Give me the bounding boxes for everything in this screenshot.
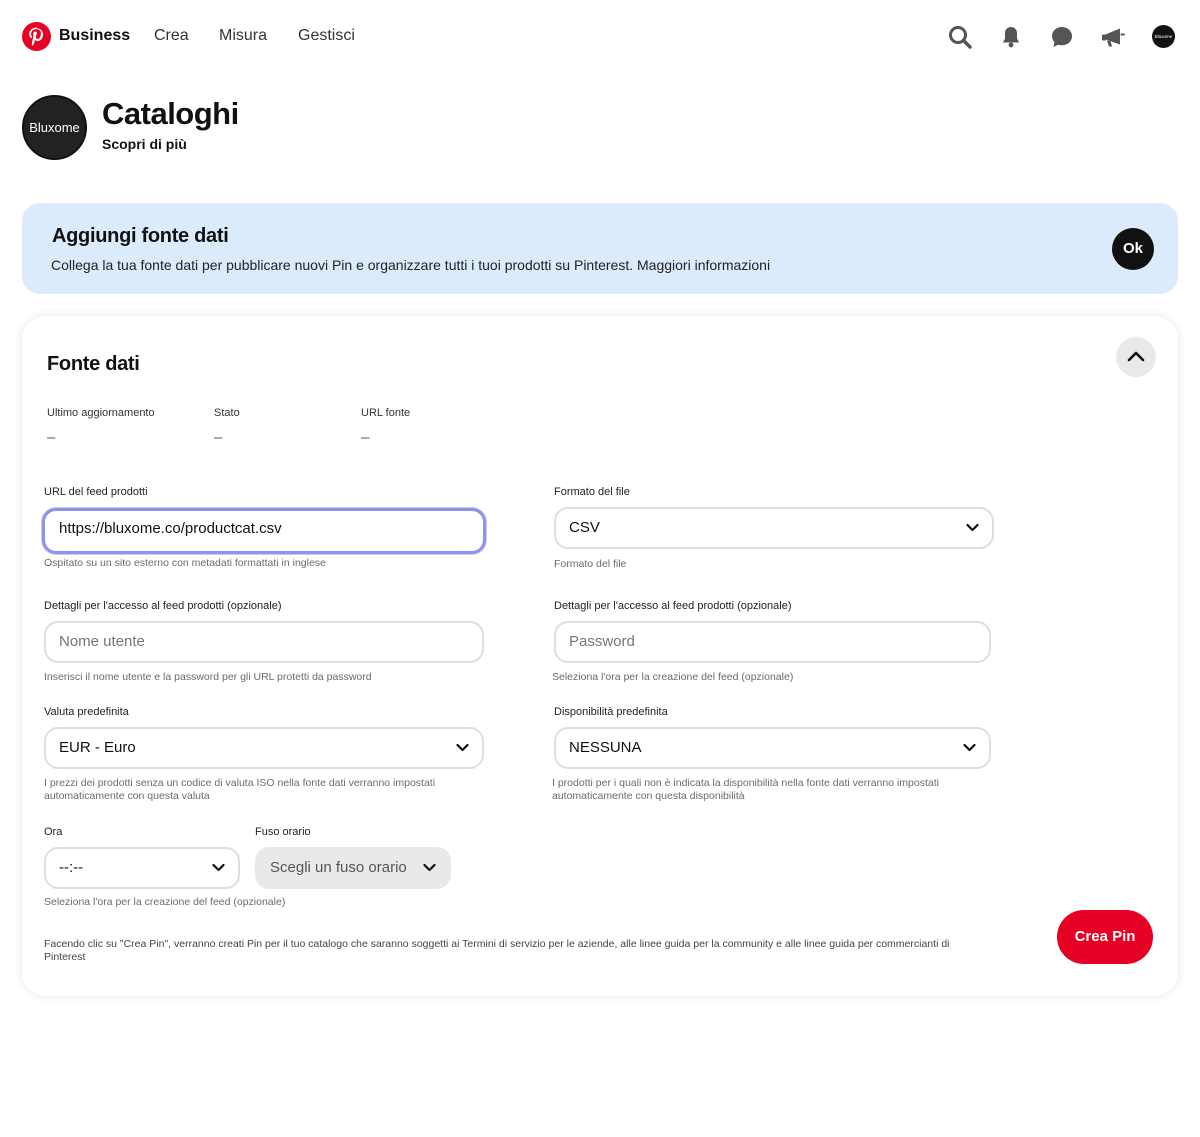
file-format-help: Formato del file [554,558,627,570]
file-format-label: Formato del file [554,486,630,498]
feed-url-help: Ospitato su un sito esterno con metadati… [44,557,326,569]
time-select[interactable]: --:-- [44,847,240,889]
time-label: Ora [44,826,63,838]
card-title: Fonte dati [47,353,140,375]
chevron-down-icon [456,743,469,752]
file-format-value: CSV [569,519,600,536]
top-navigation: Business Crea Misura Gestisci Bluxome [0,0,1200,72]
banner-text: Collega la tua fonte dati per pubblicare… [51,257,771,273]
chevron-down-icon [212,863,225,872]
username-input[interactable]: Nome utente [44,621,484,663]
learn-more-link[interactable]: Scopri di più [102,136,187,152]
chevron-down-icon [963,743,976,752]
last-update-value: – [47,429,56,446]
source-url-label: URL fonte [361,407,411,419]
timezone-value: Scegli un fuso orario [270,859,407,876]
status-value: – [214,429,223,446]
password-help: Seleziona l'ora per la creazione del fee… [552,671,794,683]
time-value: --:-- [59,859,84,876]
currency-select[interactable]: EUR - Euro [44,727,484,769]
status-label: Stato [214,407,240,419]
nav-gestisci[interactable]: Gestisci [298,27,355,45]
banner-title: Aggiungi fonte dati [52,225,229,247]
timezone-select[interactable]: Scegli un fuso orario [255,847,451,889]
availability-help: I prodotti per i quali non è indicata la… [552,777,939,802]
time-help: Seleziona l'ora per la creazione del fee… [44,896,286,908]
megaphone-icon[interactable] [1100,24,1126,50]
last-update-label: Ultimo aggiornamento [47,407,155,419]
pinterest-logo-icon[interactable] [22,22,51,51]
collapse-button[interactable] [1116,337,1156,377]
currency-help: I prezzi dei prodotti senza un codice di… [44,777,436,802]
chevron-down-icon [423,863,436,872]
add-data-source-banner: Aggiungi fonte dati Collega la tua fonte… [22,203,1178,294]
username-label: Dettagli per l'accesso al feed prodotti … [44,600,282,612]
chat-icon[interactable] [1049,24,1075,50]
account-avatar[interactable]: Bluxome [1152,25,1175,48]
availability-label: Disponibilità predefinita [554,706,668,718]
chevron-up-icon [1127,351,1145,362]
currency-label: Valuta predefinita [44,706,129,718]
data-source-card: Fonte dati Ultimo aggiornamento – Stato … [22,316,1178,996]
password-input[interactable]: Password [554,621,991,663]
bell-icon[interactable] [998,24,1024,50]
availability-select[interactable]: NESSUNA [554,727,991,769]
nav-misura[interactable]: Misura [219,27,267,45]
nav-business[interactable]: Business [59,27,130,45]
feed-url-label: URL del feed prodotti [44,486,148,498]
password-label: Dettagli per l'accesso al feed prodotti … [554,600,792,612]
nav-crea[interactable]: Crea [154,27,189,45]
page-title: Cataloghi [102,96,239,131]
chevron-down-icon [966,523,979,532]
legal-notice: Facendo clic su "Crea Pin", verranno cre… [44,938,950,963]
profile-avatar: Bluxome [22,95,87,160]
currency-value: EUR - Euro [59,739,136,756]
create-pins-button[interactable]: Crea Pin [1057,910,1153,964]
source-url-value: – [361,429,370,446]
file-format-select[interactable]: CSV [554,507,994,549]
timezone-label: Fuso orario [255,826,311,838]
username-help: Inserisci il nome utente e la password p… [44,671,372,683]
search-icon[interactable] [947,24,973,50]
feed-url-input[interactable]: https://bluxome.co/productcat.csv [42,508,486,554]
ok-button[interactable]: Ok [1112,228,1154,270]
availability-value: NESSUNA [569,739,642,756]
